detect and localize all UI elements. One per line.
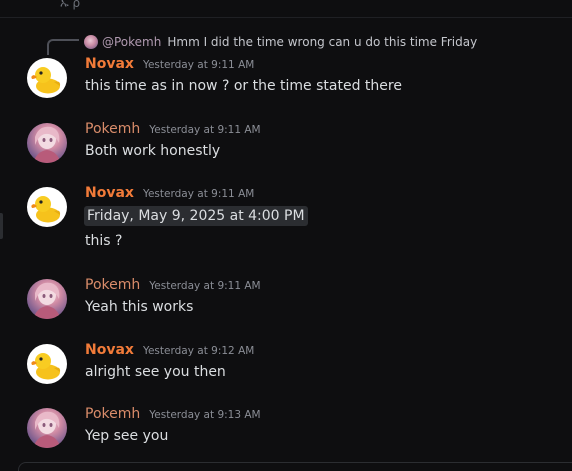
reply-text[interactable]: Hmm I did the time wrong can u do this t… — [167, 35, 477, 49]
author-name[interactable]: Novax — [85, 342, 134, 358]
anime-portrait-avatar — [33, 126, 61, 163]
message-header: Novax Yesterday at 9:12 AM — [85, 342, 254, 362]
timestamp[interactable]: Yesterday at 9:11 AM — [149, 280, 260, 292]
avatar[interactable] — [27, 344, 67, 384]
timestamp-chip[interactable]: Friday, May 9, 2025 at 4:00 PM — [84, 206, 308, 226]
reply-avatar — [84, 35, 98, 49]
avatar[interactable] — [27, 279, 67, 319]
message-header: Pokemh Yesterday at 9:11 AM — [85, 277, 261, 297]
author-name[interactable]: Pokemh — [85, 121, 140, 137]
message: Pokemh Yesterday at 9:13 AM Yep see you — [0, 406, 572, 456]
reply-spine — [47, 39, 79, 55]
message-header: Novax Yesterday at 9:11 AM — [85, 56, 254, 76]
anime-portrait-avatar — [33, 411, 61, 448]
message-header: Novax Yesterday at 9:11 AM — [85, 185, 254, 205]
timestamp[interactable]: Yesterday at 9:11 AM — [143, 188, 254, 200]
author-name[interactable]: Pokemh — [85, 277, 140, 293]
avatar[interactable] — [27, 408, 67, 448]
message-text: this time as in now ? or the time stated… — [85, 78, 402, 94]
author-name[interactable]: Novax — [85, 185, 134, 201]
message-text: Yeah this works — [85, 299, 194, 315]
rubber-duck-icon — [31, 353, 61, 380]
anime-portrait-avatar — [33, 282, 61, 319]
message-text: this ? — [85, 233, 123, 249]
message-text: Yep see you — [85, 428, 169, 444]
message: Novax Yesterday at 9:11 AM this time as … — [0, 56, 572, 106]
timestamp[interactable]: Yesterday at 9:11 AM — [149, 124, 260, 136]
message: Pokemh Yesterday at 9:11 AM Yeah this wo… — [0, 277, 572, 327]
top-divider — [0, 17, 572, 18]
avatar[interactable] — [27, 123, 67, 163]
message: Novax Yesterday at 9:12 AM alright see y… — [0, 342, 572, 392]
message: Pokemh Yesterday at 9:11 AM Both work ho… — [0, 121, 572, 171]
author-name[interactable]: Pokemh — [85, 406, 140, 422]
avatar[interactable] — [27, 58, 67, 98]
reply-preview[interactable]: @Pokemh Hmm I did the time wrong can u d… — [84, 34, 477, 50]
timestamp[interactable]: Yesterday at 9:12 AM — [143, 345, 254, 357]
timestamp[interactable]: Yesterday at 9:11 AM — [143, 59, 254, 71]
message-text: Both work honestly — [85, 143, 221, 159]
author-name[interactable]: Novax — [85, 56, 134, 72]
rubber-duck-icon — [31, 196, 61, 223]
message-header: Pokemh Yesterday at 9:13 AM — [85, 406, 261, 426]
avatar[interactable] — [27, 187, 67, 227]
message-text: alright see you then — [85, 364, 226, 380]
reply-author[interactable]: @Pokemh — [102, 35, 161, 49]
rubber-duck-icon — [31, 67, 61, 94]
message-header: Pokemh Yesterday at 9:11 AM — [85, 121, 261, 141]
timestamp[interactable]: Yesterday at 9:13 AM — [149, 409, 260, 421]
header-fragment: ኡ ρ — [60, 0, 81, 10]
